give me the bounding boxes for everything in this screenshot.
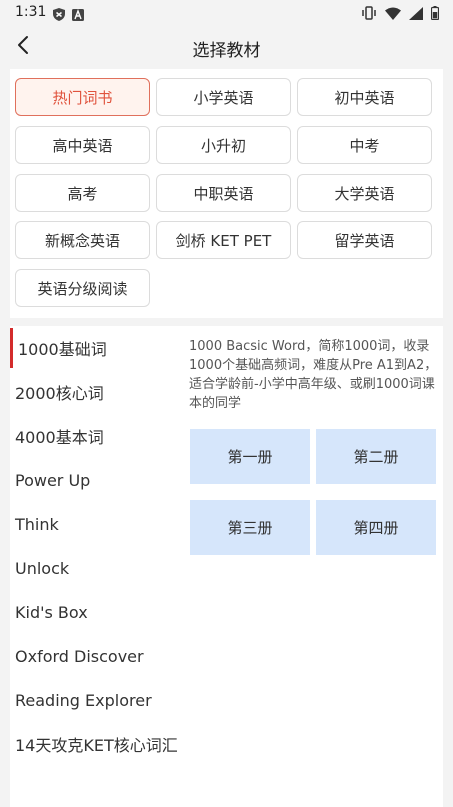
volume-2-button[interactable]: 第二册 bbox=[316, 429, 436, 484]
battery-icon bbox=[430, 5, 440, 24]
category-primary-english[interactable]: 小学英语 bbox=[156, 78, 291, 116]
category-zhongkao[interactable]: 中考 bbox=[297, 126, 432, 164]
volume-1-button[interactable]: 第一册 bbox=[190, 429, 310, 484]
volume-3-button[interactable]: 第三册 bbox=[190, 500, 310, 555]
wifi-icon bbox=[385, 5, 401, 24]
volume-4-button[interactable]: 第四册 bbox=[316, 500, 436, 555]
page-title: 选择教材 bbox=[192, 41, 261, 61]
sidebar-item-label: Kid's Box bbox=[15, 602, 88, 622]
sidebar-item-14-day-ket[interactable]: 14天攻克KET核心词汇 bbox=[10, 722, 180, 766]
category-vocational-english[interactable]: 中职英语 bbox=[156, 174, 291, 212]
status-bar: 1:31 bbox=[0, 0, 453, 26]
category-senior-english[interactable]: 高中英语 bbox=[15, 126, 150, 164]
category-new-concept[interactable]: 新概念英语 bbox=[15, 221, 150, 259]
category-study-abroad[interactable]: 留学英语 bbox=[297, 221, 432, 259]
category-college-english[interactable]: 大学英语 bbox=[297, 174, 432, 212]
sidebar-item-label: Think bbox=[15, 514, 59, 534]
sidebar-item-label: Unlock bbox=[15, 558, 70, 578]
category-gaokao[interactable]: 高考 bbox=[15, 174, 150, 212]
sidebar-item-kids-box[interactable]: Kid's Box bbox=[10, 590, 180, 634]
category-cambridge-ket-pet[interactable]: 剑桥 KET PET bbox=[156, 221, 291, 259]
sidebar-item-1000-basic[interactable]: 1000基础词 bbox=[10, 326, 180, 370]
sidebar-item-think[interactable]: Think bbox=[10, 502, 180, 546]
category-graded-reading[interactable]: 英语分级阅读 bbox=[15, 269, 150, 307]
sidebar-item-label: 1000基础词 bbox=[18, 340, 107, 359]
sidebar-item-label: Oxford Discover bbox=[15, 646, 144, 666]
book-description: 1000 Bacsic Word，简称1000词，收录1000个基础高频词，难度… bbox=[189, 339, 438, 411]
active-indicator bbox=[10, 328, 13, 368]
category-junior-english[interactable]: 初中英语 bbox=[297, 78, 432, 116]
status-time: 1:31 bbox=[15, 4, 47, 20]
sidebar-item-4000-basic[interactable]: 4000基本词 bbox=[10, 414, 180, 458]
sidebar-item-label: 2000核心词 bbox=[15, 384, 104, 403]
category-panel: 热门词书 小学英语 初中英语 高中英语 小升初 中考 高考 中职英语 大学英语 … bbox=[10, 69, 443, 318]
nav-bar: 选择教材 bbox=[0, 26, 453, 68]
sidebar-item-2000-core[interactable]: 2000核心词 bbox=[10, 370, 180, 414]
sidebar-item-oxford-discover[interactable]: Oxford Discover bbox=[10, 634, 180, 678]
sidebar-item-label: 4000基本词 bbox=[15, 428, 104, 447]
sidebar-item-label: Reading Explorer bbox=[15, 690, 152, 710]
sidebar-item-reading-explorer[interactable]: Reading Explorer bbox=[10, 678, 180, 722]
signal-icon bbox=[409, 5, 423, 24]
category-hot-books[interactable]: 热门词书 bbox=[15, 78, 150, 116]
sidebar-item-label: 14天攻克KET核心词汇 bbox=[15, 736, 178, 755]
a-box-icon bbox=[72, 6, 84, 25]
sidebar-item-unlock[interactable]: Unlock bbox=[10, 546, 180, 590]
sidebar-item-label: Power Up bbox=[15, 470, 91, 490]
category-primary-to-junior[interactable]: 小升初 bbox=[156, 126, 291, 164]
shield-icon bbox=[53, 6, 65, 25]
vibrate-icon bbox=[361, 5, 377, 24]
content-panel: 1000基础词 2000核心词 4000基本词 Power Up Think U… bbox=[10, 326, 443, 807]
sidebar-item-power-up[interactable]: Power Up bbox=[10, 458, 180, 502]
